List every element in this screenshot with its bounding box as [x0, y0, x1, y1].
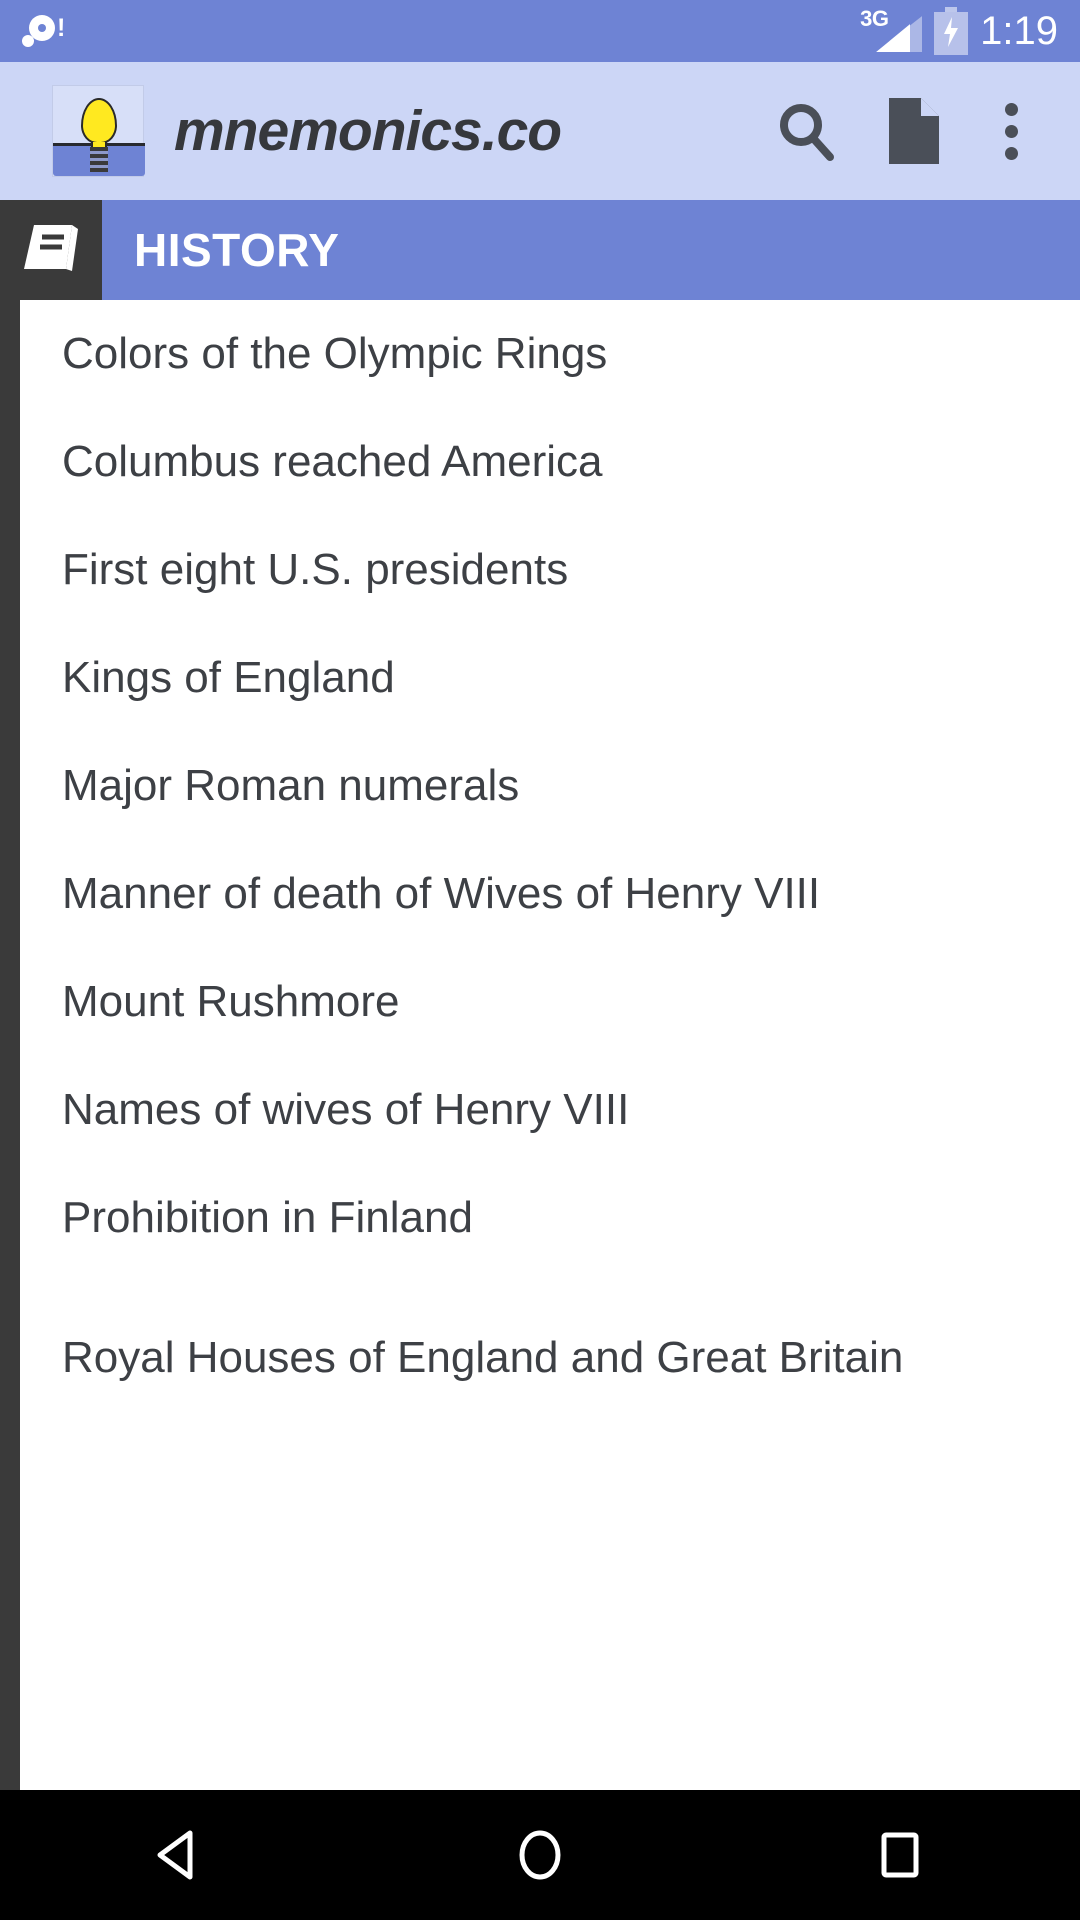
list-item[interactable]: Major Roman numerals: [0, 732, 1080, 840]
search-icon: [780, 104, 834, 161]
toolbar-actions: [752, 77, 1054, 185]
mnemonic-list: Colors of the Olympic Rings Columbus rea…: [0, 300, 1080, 1444]
category-icon-tile: [0, 200, 102, 300]
list-item[interactable]: First eight U.S. presidents: [0, 516, 1080, 624]
back-button[interactable]: [80, 1790, 280, 1920]
signal-triangle-icon: 3G: [860, 6, 923, 54]
overflow-menu-icon: [1004, 102, 1018, 160]
list-item[interactable]: Kings of England: [0, 624, 1080, 732]
phone-screen: ! 3G 1:19 mnemonics.co HISTORY Colors of…: [0, 0, 1080, 1920]
recents-button[interactable]: [800, 1790, 1000, 1920]
network-type-label: 3G: [860, 6, 889, 31]
list-item[interactable]: Names of wives of Henry VIII: [0, 1056, 1080, 1164]
category-header[interactable]: HISTORY: [0, 200, 1080, 300]
category-title: HISTORY: [134, 224, 340, 276]
lightbulb-logo-icon: [52, 85, 145, 177]
list-item[interactable]: Manner of death of Wives of Henry VIII: [0, 840, 1080, 948]
android-navigation-bar: [0, 1790, 1080, 1920]
charging-bolt-icon: [944, 17, 959, 47]
list-item[interactable]: Colors of the Olympic Rings: [0, 300, 1080, 408]
list-item[interactable]: Columbus reached America: [0, 408, 1080, 516]
app-toolbar: mnemonics.co: [0, 62, 1080, 200]
overflow-menu-button[interactable]: [968, 77, 1054, 185]
list-item[interactable]: Prohibition in Finland: [0, 1164, 1080, 1272]
status-bar-left: !: [20, 11, 65, 51]
home-circle-icon: [519, 1830, 561, 1880]
home-button[interactable]: [440, 1790, 640, 1920]
document-icon: [889, 98, 939, 164]
status-bar-right: 3G 1:19: [860, 6, 1058, 55]
scrollbar[interactable]: [0, 300, 20, 1790]
back-triangle-icon: [157, 1830, 193, 1880]
app-title: mnemonics.co: [174, 99, 562, 163]
battery-charging-icon: [934, 7, 969, 55]
document-button[interactable]: [860, 77, 968, 185]
search-button[interactable]: [752, 77, 860, 185]
recents-square-icon: [881, 1832, 919, 1878]
status-bar-clock: 1:19: [980, 8, 1058, 53]
book-icon: [24, 225, 78, 271]
list-item[interactable]: Mount Rushmore: [0, 948, 1080, 1056]
list-item[interactable]: Royal Houses of England and Great Britai…: [0, 1272, 1080, 1444]
status-bar: ! 3G 1:19: [0, 0, 1080, 62]
list-container: Colors of the Olympic Rings Columbus rea…: [0, 300, 1080, 1790]
disc-alert-icon: !: [20, 11, 65, 51]
